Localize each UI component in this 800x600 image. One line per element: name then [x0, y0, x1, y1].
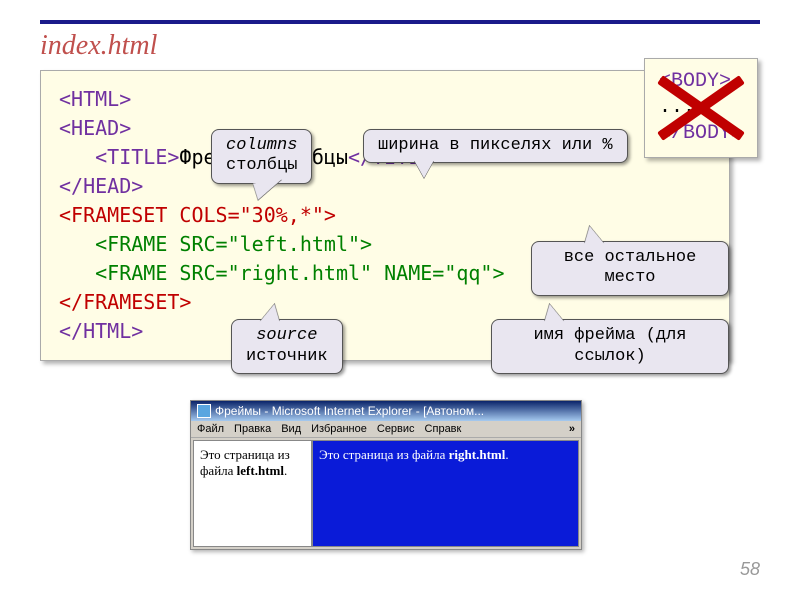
- browser-content: Это страница из файла left.html. Это стр…: [193, 440, 579, 547]
- menu-edit[interactable]: Правка: [234, 423, 271, 435]
- code-frame-left: <FRAME SRC="left.html">: [59, 232, 372, 256]
- callout-label: имя фрейма (для ссылок): [506, 326, 714, 367]
- right-text: Это страница из файла: [319, 447, 445, 462]
- frame-left: Это страница из файла left.html.: [194, 441, 313, 546]
- callout-label: все остальное место: [546, 248, 714, 289]
- right-filename: right.html: [449, 447, 506, 462]
- ie-icon: [197, 404, 211, 418]
- period: .: [284, 463, 287, 478]
- callout-label: columns: [226, 136, 297, 156]
- menu-file[interactable]: Файл: [197, 423, 224, 435]
- code-comma: ,: [288, 203, 300, 227]
- callout-rest: все остальное место: [531, 241, 729, 296]
- period: .: [505, 447, 508, 462]
- left-filename: left.html: [237, 463, 284, 478]
- callout-label: source: [246, 326, 328, 346]
- menu-fav[interactable]: Избранное: [311, 423, 367, 435]
- code-tag: </HEAD>: [59, 174, 143, 198]
- body-not-allowed: <BODY> ... </BODY>: [644, 58, 758, 158]
- callout-columns: columns столбцы: [211, 129, 312, 184]
- code-star: *: [300, 203, 312, 227]
- code-tag: <HEAD>: [59, 116, 131, 140]
- code-block: <HTML> <HEAD> <TITLE>Фреймы-столбцы</TIT…: [40, 70, 730, 361]
- callout-label: источник: [246, 347, 328, 367]
- callout-width: ширина в пикселях или %: [363, 129, 628, 163]
- code-frameset-end: ">: [312, 203, 336, 227]
- menu-view[interactable]: Вид: [281, 423, 301, 435]
- body-close-tag: </BODY>: [659, 121, 743, 147]
- menu-help[interactable]: Справк: [425, 423, 462, 435]
- callout-label: столбцы: [226, 156, 297, 176]
- body-open-tag: <BODY>: [659, 69, 743, 95]
- code-frameset-close: </FRAMESET>: [59, 290, 191, 314]
- divider: [40, 20, 760, 24]
- callout-name: имя фрейма (для ссылок): [491, 319, 729, 374]
- code-frame-right: <FRAME SRC="right.html" NAME="qq">: [59, 261, 505, 285]
- code-frameset-open: <FRAMESET COLS=": [59, 203, 252, 227]
- chevron-icon[interactable]: »: [569, 423, 575, 435]
- page-number: 58: [740, 559, 760, 580]
- browser-window: Фреймы - Microsoft Internet Explorer - […: [190, 400, 582, 550]
- menu-serv[interactable]: Сервис: [377, 423, 415, 435]
- code-tag: </HTML>: [59, 319, 143, 343]
- frame-right: Это страница из файла right.html.: [313, 441, 578, 546]
- callout-label: ширина в пикселях или %: [378, 136, 613, 156]
- code-percent: 30%: [252, 203, 288, 227]
- code-tag: <HTML>: [59, 87, 131, 111]
- code-tag: <TITLE>: [59, 145, 179, 169]
- callout-source: source источник: [231, 319, 343, 374]
- body-dots: ...: [659, 95, 743, 121]
- browser-title: Фреймы - Microsoft Internet Explorer - […: [215, 404, 484, 418]
- browser-titlebar: Фреймы - Microsoft Internet Explorer - […: [191, 401, 581, 421]
- browser-menu: Файл Правка Вид Избранное Сервис Справк …: [191, 421, 581, 438]
